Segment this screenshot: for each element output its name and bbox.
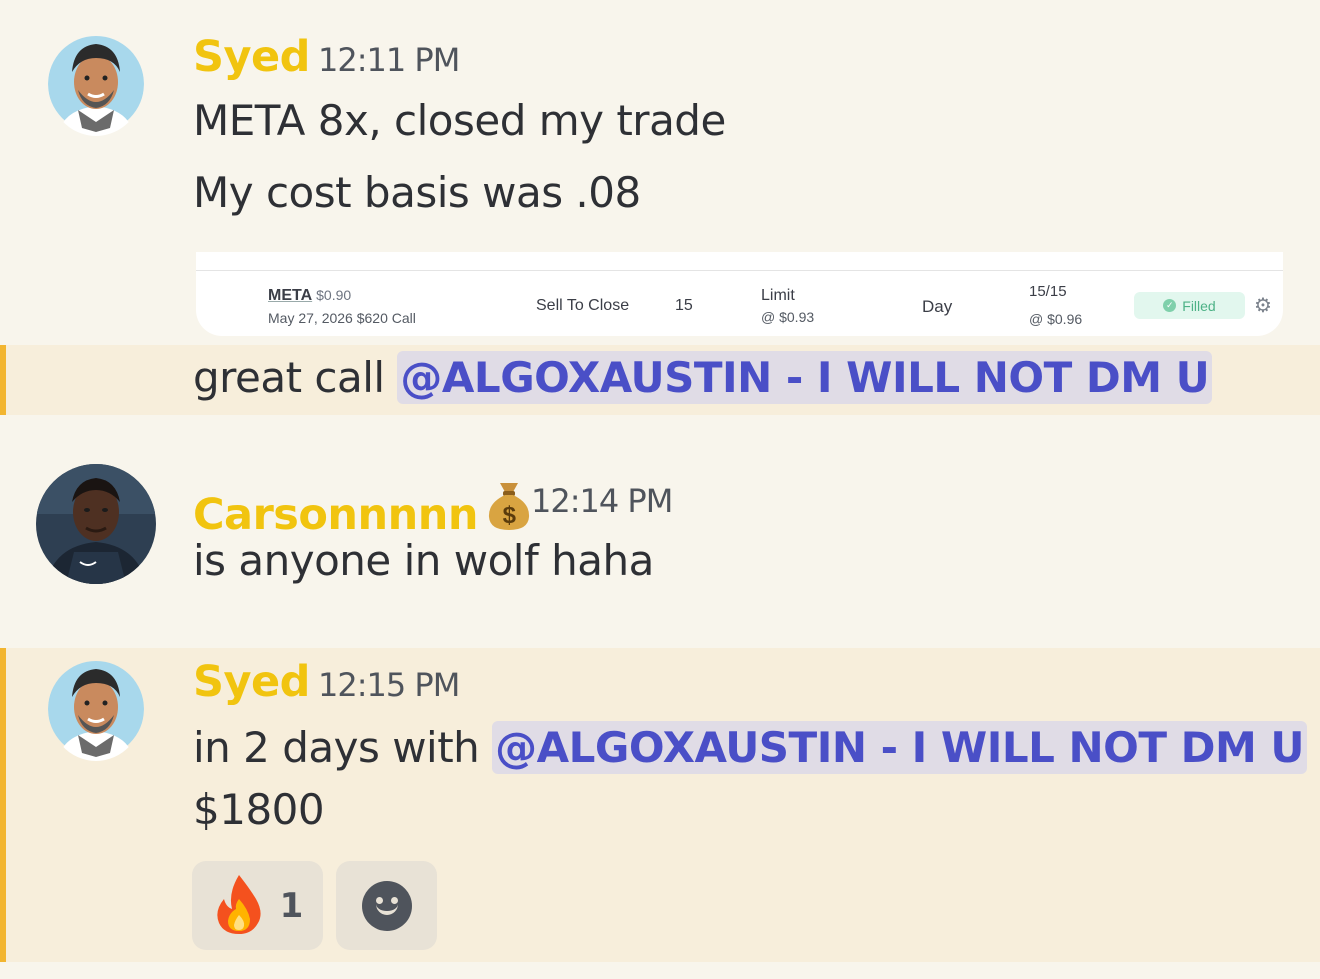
username[interactable]: Carsonnnnn $ (193, 477, 532, 539)
username[interactable]: Syed (193, 36, 310, 79)
avatar-carsonnnnn[interactable] (36, 464, 156, 584)
order-limit-price: @ $0.93 (761, 309, 815, 325)
user-mention[interactable]: @ALGOXAUSTIN - I WILL NOT DM U (492, 721, 1308, 774)
gear-icon: ⚙ (1254, 295, 1272, 317)
money-bag-icon: $ (486, 477, 532, 539)
timestamp: 12:11 PM (318, 41, 460, 79)
fire-icon (212, 873, 266, 939)
message-line: $1800 (193, 785, 325, 834)
order-time-in-force: Day (922, 297, 953, 316)
message-line: great call @ALGOXAUSTIN - I WILL NOT DM … (193, 351, 1213, 404)
message-line: is anyone in wolf haha (193, 536, 654, 585)
order-status-badge: ✓ Filled (1134, 292, 1245, 319)
svg-text:$: $ (503, 502, 517, 529)
message-line: in 2 days with @ALGOXAUSTIN - I WILL NOT… (193, 721, 1308, 774)
order-filled-qty: 15/15 (1029, 283, 1067, 300)
reaction-count: 1 (279, 885, 304, 926)
order-symbol: META $0.90 (268, 287, 352, 304)
timestamp: 12:14 PM (531, 482, 673, 520)
username[interactable]: Syed (193, 661, 310, 704)
message-line: My cost basis was .08 (193, 168, 641, 217)
smiley-icon (361, 880, 412, 931)
user-mention[interactable]: @ALGOXAUSTIN - I WILL NOT DM U (397, 351, 1213, 404)
timestamp: 12:15 PM (318, 666, 460, 704)
check-icon: ✓ (1163, 299, 1177, 312)
order-quantity: 15 (675, 297, 693, 314)
add-reaction-button[interactable] (336, 861, 437, 950)
order-price: $0.90 (316, 287, 352, 303)
avatar-syed[interactable] (48, 32, 144, 136)
message-carsonnnnn: Carsonnnnn $ 12:14 PM is anyone in wolf … (0, 415, 1320, 648)
order-avg-fill: @ $0.96 (1029, 311, 1083, 327)
avatar-syed[interactable] (48, 657, 144, 761)
message-syed-1: Syed 12:11 PM META 8x, closed my trade M… (0, 0, 1320, 345)
message-syed-2: great call @ALGOXAUSTIN - I WILL NOT DM … (0, 345, 1320, 415)
order-action: Sell To Close (536, 297, 630, 314)
order-contract: May 27, 2026 $620 Call (268, 310, 416, 326)
order-type: Limit (761, 287, 795, 304)
trade-screenshot-attachment[interactable]: META $0.90 May 27, 2026 $620 Call Sell To… (196, 252, 1283, 336)
divider (196, 270, 1283, 271)
message-line: META 8x, closed my trade (193, 96, 726, 145)
reaction-fire[interactable]: 1 (192, 861, 323, 950)
